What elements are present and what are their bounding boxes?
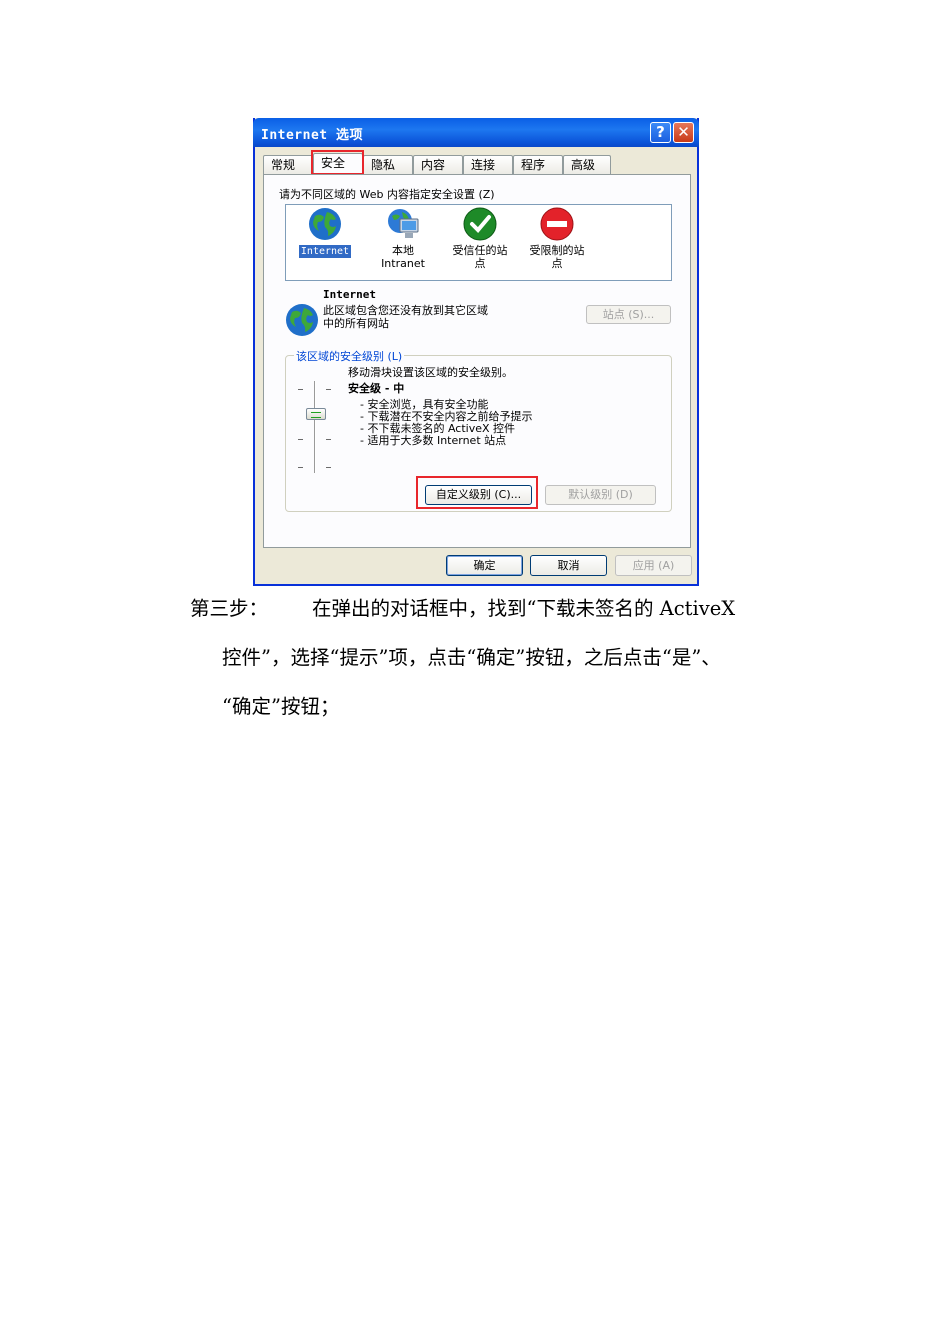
tab-security[interactable]: 安全 — [313, 153, 363, 174]
slider-tick — [326, 467, 331, 468]
security-slider-track[interactable] — [314, 381, 316, 473]
tab-general[interactable]: 常规 — [263, 155, 313, 174]
zone-internet[interactable]: Internet — [288, 207, 362, 258]
internet-options-dialog: Internet 选项 ? ✕ 常规 安全 隐私 内容 连接 程序 高级 请为不… — [253, 118, 699, 586]
custom-level-button[interactable]: 自定义级别 (C)... — [425, 485, 532, 505]
instruction-line-3: “确定”按钮； — [222, 695, 340, 718]
tab-content[interactable]: 内容 — [413, 155, 463, 174]
slider-tick — [298, 467, 303, 468]
zone-prompt: 请为不同区域的 Web 内容指定安全设置 (Z) — [279, 188, 495, 201]
tab-connections[interactable]: 连接 — [463, 155, 513, 174]
zone-desc-line2: 中的所有网站 — [323, 317, 389, 330]
instruction-line-1: 在弹出的对话框中，找到“下载未签名的 ActiveX — [312, 597, 736, 620]
zone-name: Internet — [323, 288, 376, 301]
level-instruction: 移动滑块设置该区域的安全级别。 — [348, 366, 513, 379]
slider-tick — [298, 439, 303, 440]
slider-tick — [326, 389, 331, 390]
zone-label-intranet: 本地 Intranet — [381, 244, 425, 270]
ok-button[interactable]: 确定 — [446, 555, 523, 576]
zone-label-restricted: 受限制的站 点 — [529, 244, 585, 270]
security-slider-thumb[interactable] — [306, 408, 326, 420]
help-button[interactable]: ? — [650, 122, 671, 143]
title-bar: Internet 选项 ? ✕ — [253, 118, 699, 147]
instruction-line-2: 控件”，选择“提示”项，点击“确定”按钮，之后点击“是”、 — [222, 646, 721, 669]
intranet-computer-icon — [388, 209, 419, 238]
close-button[interactable]: ✕ — [673, 122, 694, 143]
zone-local-intranet[interactable]: 本地 Intranet — [366, 207, 440, 270]
zone-restricted-sites[interactable]: 受限制的站 点 — [520, 207, 594, 270]
slider-tick — [326, 439, 331, 440]
apply-button[interactable]: 应用 (A) — [615, 555, 692, 576]
restricted-icon — [540, 207, 574, 241]
security-level-group: 该区域的安全级别 (L) 移动滑块设置该区域的安全级别。 安全级 - 中 - 安… — [285, 348, 672, 512]
default-level-button[interactable]: 默认级别 (D) — [545, 485, 656, 505]
security-level-legend: 该区域的安全级别 (L) — [294, 348, 405, 364]
sites-button[interactable]: 站点 (S)... — [586, 305, 671, 324]
checkmark-icon — [463, 207, 497, 241]
dialog-title: Internet 选项 — [261, 128, 363, 143]
zone-label-trusted: 受信任的站 点 — [452, 244, 508, 270]
globe-icon — [286, 304, 318, 336]
level-title: 安全级 - 中 — [348, 382, 405, 395]
globe-icon — [309, 208, 341, 240]
zone-list: Internet 本地 Intranet 受信任的站 点 受限制的站 点 — [285, 204, 672, 281]
zone-trusted-sites[interactable]: 受信任的站 点 — [443, 207, 517, 270]
tab-privacy[interactable]: 隐私 — [363, 155, 413, 174]
level-bullet: - 适用于大多数 Internet 站点 — [360, 434, 507, 447]
security-panel: 请为不同区域的 Web 内容指定安全设置 (Z) Internet 本地 Int… — [263, 174, 691, 548]
cancel-button[interactable]: 取消 — [530, 555, 607, 576]
tab-programs[interactable]: 程序 — [513, 155, 563, 174]
zone-label-internet: Internet — [298, 245, 352, 258]
tab-advanced[interactable]: 高级 — [563, 155, 611, 174]
slider-tick — [298, 389, 303, 390]
step-label: 第三步： — [190, 597, 269, 620]
